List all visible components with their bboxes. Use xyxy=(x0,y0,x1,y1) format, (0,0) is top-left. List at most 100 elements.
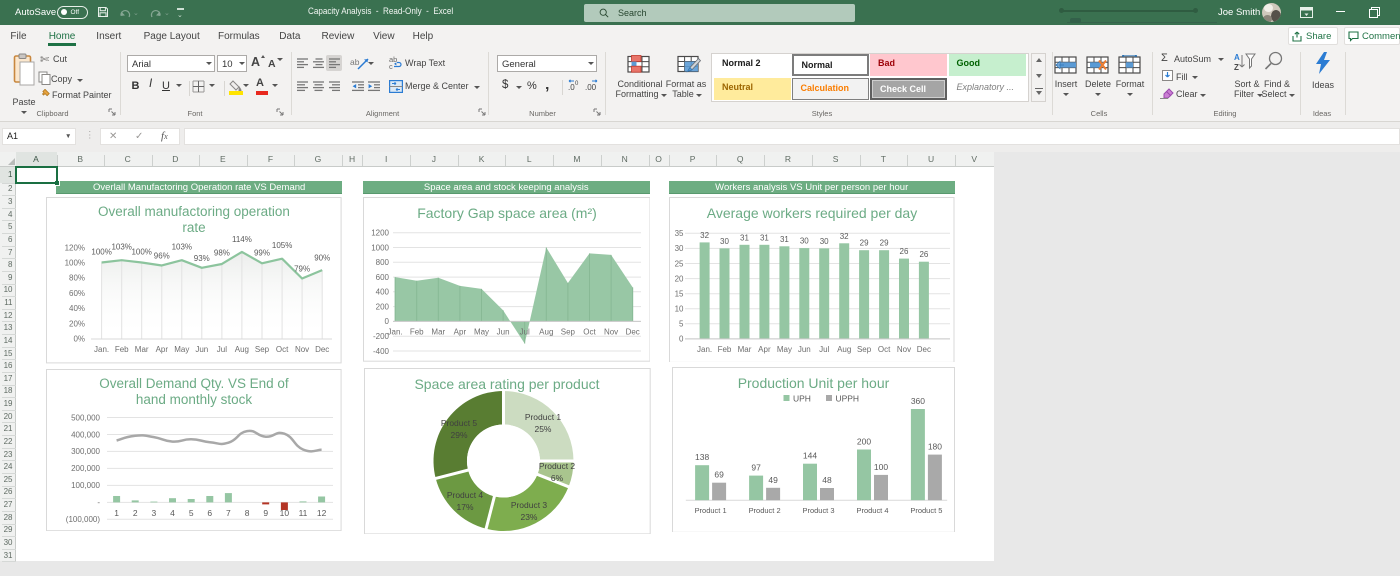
svg-text:15: 15 xyxy=(675,289,684,298)
svg-text:May: May xyxy=(473,327,488,336)
svg-text:80%: 80% xyxy=(69,274,85,283)
svg-text:79%: 79% xyxy=(294,265,310,274)
svg-text:120%: 120% xyxy=(65,244,85,253)
svg-text:Mar: Mar xyxy=(738,344,752,353)
svg-text:8: 8 xyxy=(245,508,250,518)
svg-text:200: 200 xyxy=(375,302,389,311)
svg-text:90%: 90% xyxy=(315,254,331,263)
svg-text:Sep: Sep xyxy=(857,344,872,353)
svg-text:Nov: Nov xyxy=(295,345,309,354)
svg-text:1: 1 xyxy=(115,508,120,518)
svg-text:97: 97 xyxy=(751,462,761,472)
svg-text:0: 0 xyxy=(575,81,579,87)
svg-text:.00: .00 xyxy=(585,83,597,91)
svg-text:99%: 99% xyxy=(254,249,270,258)
svg-text:Jul: Jul xyxy=(819,344,829,353)
svg-text:Apr: Apr xyxy=(758,344,771,353)
svg-text:98%: 98% xyxy=(214,249,230,258)
svg-text:49: 49 xyxy=(768,474,778,484)
svg-text:Dec: Dec xyxy=(625,327,639,336)
svg-text:400: 400 xyxy=(375,288,389,297)
svg-text:3: 3 xyxy=(152,508,157,518)
svg-text:9: 9 xyxy=(264,508,269,518)
svg-text:(100,000): (100,000) xyxy=(66,515,101,524)
svg-text:30: 30 xyxy=(800,236,809,245)
svg-text:100%: 100% xyxy=(92,248,112,257)
svg-text:105%: 105% xyxy=(272,241,292,250)
svg-text:10: 10 xyxy=(675,304,684,313)
svg-text:100%: 100% xyxy=(65,259,85,268)
svg-text:Factory Gap space area (m²): Factory Gap space area (m²) xyxy=(417,205,597,221)
svg-text:Dec: Dec xyxy=(917,344,931,353)
svg-text:Aug: Aug xyxy=(837,344,851,353)
svg-text:Feb: Feb xyxy=(115,345,129,354)
svg-text:26: 26 xyxy=(900,247,909,256)
svg-text:Product 3: Product 3 xyxy=(511,500,548,510)
svg-text:114%: 114% xyxy=(232,235,252,244)
svg-text:Product 3: Product 3 xyxy=(802,506,834,515)
svg-text:103%: 103% xyxy=(112,243,132,252)
svg-text:200,000: 200,000 xyxy=(72,464,101,473)
svg-text:Aug: Aug xyxy=(539,327,553,336)
svg-text:Dec: Dec xyxy=(315,345,329,354)
svg-text:Product 4: Product 4 xyxy=(856,506,888,515)
svg-text:Product 1: Product 1 xyxy=(695,506,727,515)
svg-text:360: 360 xyxy=(911,396,925,406)
svg-text:Feb: Feb xyxy=(718,344,732,353)
svg-text:32: 32 xyxy=(840,231,849,240)
svg-text:Apr: Apr xyxy=(453,327,466,336)
svg-text:Jan.: Jan. xyxy=(387,327,402,336)
svg-text:A: A xyxy=(1234,53,1240,62)
svg-text:Apr: Apr xyxy=(156,345,169,354)
svg-text:400,000: 400,000 xyxy=(72,430,101,439)
svg-text:1200: 1200 xyxy=(371,228,389,237)
svg-text:100: 100 xyxy=(874,461,888,471)
svg-text:Nov: Nov xyxy=(603,327,617,336)
svg-text:5: 5 xyxy=(679,319,684,328)
svg-text:Product 4: Product 4 xyxy=(447,490,484,500)
svg-text:Product 5: Product 5 xyxy=(910,506,942,515)
svg-text:Production Unit per hour: Production Unit per hour xyxy=(738,375,890,391)
svg-text:35: 35 xyxy=(675,229,684,238)
svg-text:0%: 0% xyxy=(74,335,86,344)
svg-text:25: 25 xyxy=(675,259,684,268)
svg-text:29%: 29% xyxy=(451,430,468,440)
svg-text:Mar: Mar xyxy=(431,327,445,336)
svg-text:c: c xyxy=(389,62,393,70)
svg-text:26: 26 xyxy=(919,250,928,259)
svg-text:40%: 40% xyxy=(69,304,85,313)
svg-text:100,000: 100,000 xyxy=(72,481,101,490)
svg-text:300,000: 300,000 xyxy=(72,447,101,456)
svg-text:rate: rate xyxy=(183,220,206,235)
svg-text:Z: Z xyxy=(1234,63,1239,71)
svg-text:Mar: Mar xyxy=(135,345,149,354)
svg-text:69: 69 xyxy=(714,469,724,479)
svg-text:0: 0 xyxy=(679,334,684,343)
svg-text:Nov: Nov xyxy=(897,344,911,353)
svg-text:Jun: Jun xyxy=(798,344,811,353)
svg-text:4: 4 xyxy=(171,508,176,518)
svg-text:Oct: Oct xyxy=(583,327,596,336)
svg-text:100%: 100% xyxy=(132,248,152,257)
svg-text:32: 32 xyxy=(700,230,709,239)
svg-text:Jan.: Jan. xyxy=(697,344,712,353)
svg-text:Product 2: Product 2 xyxy=(749,506,781,515)
svg-text:May: May xyxy=(175,345,190,354)
svg-text:800: 800 xyxy=(375,258,389,267)
svg-text:6: 6 xyxy=(208,508,213,518)
svg-text:Product 2: Product 2 xyxy=(539,461,576,471)
svg-text:Sep: Sep xyxy=(255,345,270,354)
svg-text:UPPH: UPPH xyxy=(835,393,859,403)
svg-text:Space area rating per product: Space area rating per product xyxy=(414,376,599,392)
svg-text:31: 31 xyxy=(760,233,769,242)
svg-text:30: 30 xyxy=(820,236,829,245)
svg-text:30: 30 xyxy=(675,244,684,253)
svg-text:17%: 17% xyxy=(457,502,474,512)
svg-text:Oct: Oct xyxy=(276,345,289,354)
svg-text:Product 1: Product 1 xyxy=(525,412,562,422)
svg-text:-: - xyxy=(98,498,101,507)
svg-text:30: 30 xyxy=(720,236,729,245)
svg-text:6%: 6% xyxy=(551,473,564,483)
svg-text:31: 31 xyxy=(740,233,749,242)
svg-text:Average workers required per d: Average workers required per day xyxy=(707,204,917,220)
